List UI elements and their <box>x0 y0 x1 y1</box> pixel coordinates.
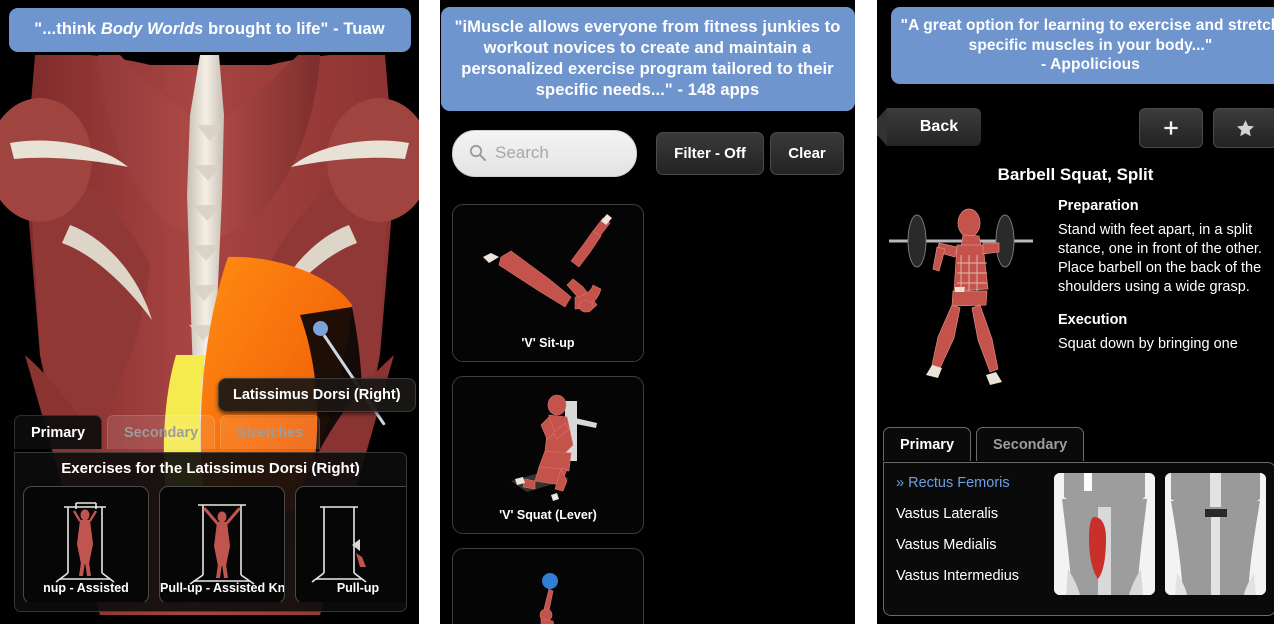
muscle-name-tooltip: Latissimus Dorsi (Right) <box>218 378 416 412</box>
tab-secondary[interactable]: Secondary <box>976 427 1085 461</box>
list-item[interactable]: Advanced Kettlebell Windmill <box>452 548 644 624</box>
page-title: Barbell Squat, Split <box>997 165 1154 184</box>
exercise-results-panel: Exercises for the Latissimus Dorsi (Righ… <box>14 452 407 612</box>
section-body-preparation: Stand with feet apart, in a split stance… <box>1058 222 1262 295</box>
list-item-label: 'V' Sit-up <box>521 336 575 350</box>
section-heading-preparation: Preparation <box>1058 198 1139 214</box>
section-body-execution: Squat down by bringing one <box>1058 336 1238 353</box>
quote-suffix: brought to life" - Tuaw <box>203 20 385 38</box>
list-item[interactable]: 'V' Squat (Lever) <box>452 376 644 534</box>
list-item[interactable]: Pull-up - Assisted Kne... <box>159 486 285 602</box>
search-input[interactable]: Search <box>452 130 637 177</box>
panel-exercise-list: "iMuscle allows everyone from fitness ju… <box>440 0 855 624</box>
quote-emphasis: Body Worlds <box>100 20 204 38</box>
exercise-results-heading: Exercises for the Latissimus Dorsi (Righ… <box>61 460 360 477</box>
muscle-tabs: Primary Secondary Stretches <box>14 415 321 449</box>
muscle-thumbnail-row[interactable] <box>1054 473 1266 595</box>
back-button[interactable]: Back <box>877 108 981 146</box>
list-item-label: Pull-up - Assisted Kne... <box>160 581 285 595</box>
filter-button[interactable]: Filter - Off <box>656 132 764 175</box>
list-item[interactable]: Vastus Lateralis <box>896 506 1048 522</box>
list-item-label: 'V' Squat (Lever) <box>499 508 597 522</box>
plus-icon <box>1164 121 1178 135</box>
exercise-grid[interactable]: 'V' Sit-up 'V' Squat (Lever) <box>452 204 846 624</box>
tab-primary[interactable]: Primary <box>14 415 103 449</box>
posterior-thigh-icon[interactable] <box>1165 473 1266 595</box>
section-heading-execution: Execution <box>1058 312 1128 329</box>
tab-secondary[interactable]: Secondary <box>107 415 216 449</box>
exercise-description: Preparation Stand with feet apart, in a … <box>1058 198 1274 398</box>
favorite-button[interactable] <box>1213 108 1274 148</box>
list-item[interactable]: » Rectus Femoris <box>896 475 1048 491</box>
review-quote-banner: "iMuscle allows everyone from fitness ju… <box>440 7 855 111</box>
kettlebell-figure-icon <box>539 573 558 624</box>
search-icon <box>469 144 486 161</box>
screenshot-root: Latissimus Dorsi (Right) Primary Seconda… <box>0 0 1274 624</box>
review-quote-banner: "...think Body Worlds brought to life" -… <box>8 8 411 52</box>
muscle-tabs: Primary Secondary <box>883 427 1085 461</box>
list-item[interactable]: Vastus Intermedius <box>896 568 1048 584</box>
tab-stretches[interactable]: Stretches <box>220 415 321 449</box>
search-placeholder: Search <box>495 143 549 162</box>
exercise-thumbnail-row[interactable]: nup - Assisted Pull-up - Assisted Kn Pul… <box>23 486 406 602</box>
add-button[interactable] <box>1139 108 1203 148</box>
panel-exercise-detail: "A great option for learning to exercise… <box>877 0 1274 624</box>
tab-primary[interactable]: Primary <box>883 427 972 461</box>
list-item[interactable]: Vastus Medialis <box>896 537 1048 553</box>
list-item[interactable]: nup - Assisted <box>23 486 149 602</box>
list-item[interactable]: 'V' Sit-up <box>452 204 644 362</box>
list-item-label: nup - Assisted <box>43 581 129 595</box>
anterior-thigh-highlight-icon[interactable] <box>1054 473 1155 595</box>
clear-button[interactable]: Clear <box>770 132 844 175</box>
panel-muscle-browser: Latissimus Dorsi (Right) Primary Seconda… <box>0 0 419 624</box>
review-quote-banner: "A great option for learning to exercise… <box>891 7 1274 85</box>
exercise-figure <box>883 195 1051 400</box>
search-toolbar: Search Filter - Off Clear <box>452 130 844 177</box>
barbell-squat-figure-icon <box>883 195 1051 400</box>
star-icon <box>1236 119 1254 136</box>
list-item-label: Pull-up <box>336 581 380 595</box>
list-item[interactable]: Pull-up <box>295 486 406 602</box>
quote-prefix: "...think <box>34 20 101 38</box>
pin-dot-icon[interactable] <box>313 321 328 336</box>
muscle-list[interactable]: » Rectus Femoris Vastus Lateralis Vastus… <box>896 475 1048 599</box>
muscle-detail-panel: » Rectus Femoris Vastus Lateralis Vastus… <box>883 462 1274 616</box>
